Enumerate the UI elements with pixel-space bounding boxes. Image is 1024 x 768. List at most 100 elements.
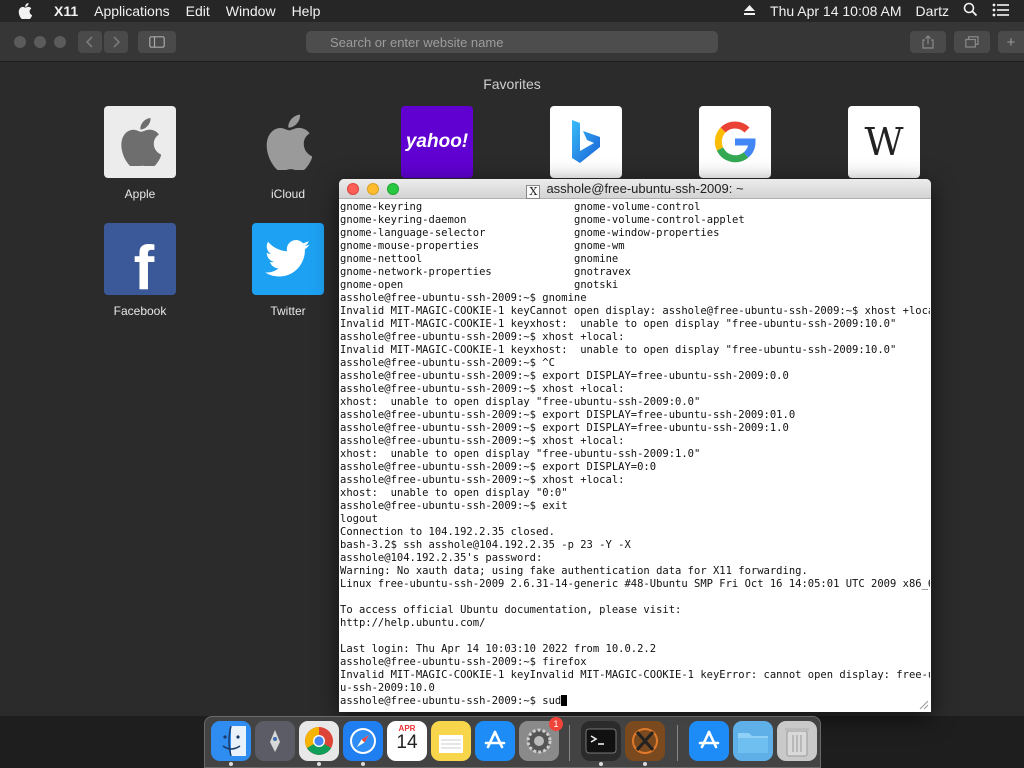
chevron-left-icon (86, 36, 93, 48)
terminal-line: xhost: unable to open display "0:0" (340, 487, 568, 499)
sidebar-button[interactable] (138, 31, 176, 53)
terminal-line: asshole@free-ubuntu-ssh-2009:~$ export D… (340, 461, 657, 473)
terminal-output[interactable]: gnome-keyring gnome-volume-control gnome-k… (340, 201, 930, 712)
apple-logo-icon (266, 114, 312, 170)
favorite-yahoo[interactable]: yahoo! (401, 106, 473, 178)
terminal-listing-row: gnome-language-selector gnome-window-prop… (340, 227, 930, 240)
favorite-apple[interactable] (104, 106, 176, 178)
favorite-icloud[interactable] (252, 106, 324, 178)
terminal-line: To access official Ubuntu documentation,… (340, 604, 682, 616)
terminal-line: Invalid MIT-MAGIC-COOKIE-1 keyInvalid MI… (340, 669, 930, 681)
plus-icon: + (1006, 33, 1016, 51)
terminal-line: asshole@free-ubuntu-ssh-2009:~$ export D… (340, 370, 789, 382)
new-tab-button[interactable]: + (998, 31, 1024, 53)
share-button[interactable] (910, 31, 946, 53)
wikipedia-logo-icon: W (864, 120, 904, 164)
window-zoom-button[interactable] (54, 36, 66, 48)
back-button[interactable] (78, 31, 102, 53)
sidebar-icon (149, 36, 165, 48)
chrome-icon[interactable] (299, 721, 339, 761)
bing-logo-icon (572, 120, 600, 163)
menu-clock[interactable]: Thu Apr 14 10:08 AM (770, 3, 902, 19)
terminal-line: u-ssh-2009:10.0 (340, 682, 435, 694)
app-store-icon[interactable] (475, 721, 515, 761)
terminal-listing-entry: gnome-keyring (340, 201, 423, 213)
trash-icon[interactable] (777, 721, 817, 761)
running-indicator (317, 762, 321, 766)
terminal-listing-entry: gnotski (574, 279, 619, 291)
xterm-title-bar[interactable]: Xasshole@free-ubuntu-ssh-2009: ~ (339, 179, 931, 199)
forward-button[interactable] (104, 31, 128, 53)
control-center-icon[interactable] (992, 3, 1010, 20)
system-preferences-icon[interactable]: 1 (519, 717, 563, 761)
address-bar[interactable]: Search or enter website name (306, 31, 718, 53)
favorite-google[interactable] (699, 106, 771, 178)
favorite-facebook[interactable]: f (104, 223, 176, 295)
window-close-button[interactable] (14, 36, 26, 48)
terminal-prompt-text: asshole@free-ubuntu-ssh-2009:~$ sud (340, 695, 562, 707)
terminal-line: Warning: No xauth data; using fake authe… (340, 565, 808, 577)
menu-applications[interactable]: Applications (94, 3, 170, 19)
launchpad-icon[interactable] (255, 721, 295, 761)
favorite-facebook-label: Facebook (113, 304, 167, 318)
menu-window[interactable]: Window (226, 3, 276, 19)
menu-help[interactable]: Help (292, 3, 321, 19)
finder-icon[interactable] (211, 721, 251, 761)
tab-overview-button[interactable] (954, 31, 990, 53)
favorite-apple-label: Apple (124, 187, 156, 201)
terminal-listing-entry: gnome-volume-control (574, 201, 701, 213)
eject-icon[interactable] (743, 3, 756, 19)
terminal-line: logout (340, 513, 378, 525)
terminal-line: Invalid MIT-MAGIC-COOKIE-1 keyxhost: una… (340, 344, 897, 356)
terminal-line: Linux free-ubuntu-ssh-2009 2.6.31-14-gen… (340, 578, 930, 590)
terminal-line: Last login: Thu Apr 14 10:03:10 2022 fro… (340, 643, 657, 655)
calendar-icon[interactable]: APR 14 (387, 721, 427, 761)
terminal-listing-entry: gnome-wm (574, 240, 625, 252)
favorite-wikipedia[interactable]: W (848, 106, 920, 178)
menu-app-name[interactable]: X11 (54, 3, 78, 19)
notes-icon[interactable] (431, 721, 471, 761)
terminal-line: Invalid MIT-MAGIC-COOKIE-1 keyxhost: una… (340, 318, 897, 330)
terminal-listing-entry: gnomine (574, 253, 619, 265)
running-indicator (229, 762, 233, 766)
terminal-prompt-line[interactable]: asshole@free-ubuntu-ssh-2009:~$ sud (340, 695, 930, 708)
terminal-listing-row: gnome-network-properties gnotravex (340, 266, 930, 279)
terminal-listing-entry: gnome-network-properties (340, 266, 492, 278)
terminal-listing-row: gnome-keyring gnome-volume-control (340, 201, 930, 214)
terminal-icon[interactable] (581, 721, 621, 761)
app-store-folder-icon[interactable] (689, 721, 729, 761)
terminal-listing-entry: gnome-volume-control-applet (574, 214, 745, 226)
calendar-day: 14 (396, 732, 418, 753)
favorite-twitter[interactable] (252, 223, 324, 295)
menu-user[interactable]: Dartz (916, 3, 949, 19)
terminal-listing-entry: gnome-mouse-properties (340, 240, 480, 252)
xterm-window: Xasshole@free-ubuntu-ssh-2009: ~ gnome-k… (339, 179, 931, 712)
running-indicator (361, 762, 365, 766)
terminal-listing-entry: gnome-open (340, 279, 404, 291)
menu-edit[interactable]: Edit (186, 3, 210, 19)
terminal-listing-entry: gnotravex (574, 266, 631, 278)
tabs-icon (965, 36, 979, 48)
xquartz-icon[interactable] (625, 721, 665, 761)
terminal-line: xhost: unable to open display "free-ubun… (340, 396, 701, 408)
dock-separator (677, 725, 678, 761)
terminal-line: bash-3.2$ ssh asshole@104.192.2.35 -p 23… (340, 539, 631, 551)
terminal-line: asshole@free-ubuntu-ssh-2009:~$ ^C (340, 357, 555, 369)
apple-menu-icon[interactable] (18, 3, 40, 19)
terminal-line: asshole@free-ubuntu-ssh-2009:~$ exit (340, 500, 568, 512)
favorite-bing[interactable] (550, 106, 622, 178)
safari-icon[interactable] (343, 721, 383, 761)
twitter-logo-icon (265, 240, 311, 277)
terminal-line: asshole@free-ubuntu-ssh-2009:~$ xhost +l… (340, 435, 625, 447)
terminal-line: asshole@free-ubuntu-ssh-2009:~$ firefox (340, 656, 587, 668)
resize-grip-icon[interactable] (917, 698, 929, 710)
running-indicator (599, 762, 603, 766)
xterm-title-text: asshole@free-ubuntu-ssh-2009: ~ (546, 181, 744, 196)
window-minimize-button[interactable] (34, 36, 46, 48)
dock-separator (569, 725, 570, 761)
folder-icon[interactable] (733, 721, 773, 761)
spotlight-search-icon[interactable] (963, 2, 978, 20)
terminal-line: xhost: unable to open display "free-ubun… (340, 448, 701, 460)
